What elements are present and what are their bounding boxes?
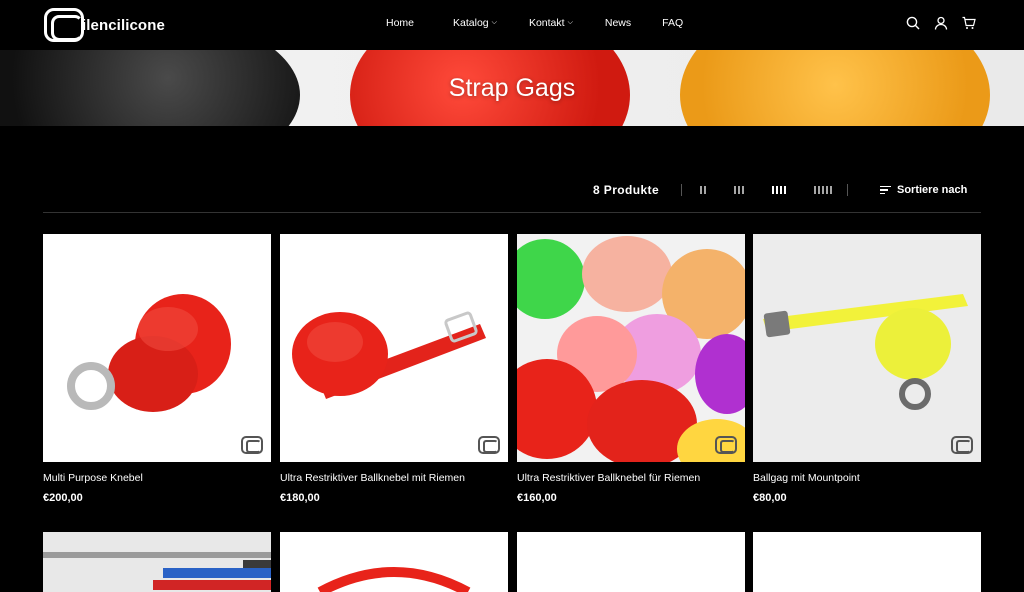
nav-kontakt[interactable]: Kontakt ⌵: [529, 17, 573, 29]
chevron-down-icon: ⌵: [567, 19, 573, 26]
chevron-down-icon: ⌵: [491, 19, 497, 26]
product-price: €200,00: [43, 492, 83, 504]
toolbar-divider: [847, 184, 848, 196]
nav-news[interactable]: News: [605, 17, 631, 29]
search-icon[interactable]: [906, 16, 920, 30]
logo-mark-icon: [44, 8, 84, 42]
nav-kontakt-label: Kontakt: [528, 17, 565, 29]
product-image[interactable]: [43, 532, 271, 592]
product-price: €80,00: [753, 492, 787, 504]
product-image[interactable]: [517, 234, 745, 462]
product-card[interactable]: Multi Purpose Knebel €200,00: [43, 234, 271, 504]
nav-news-label: News: [604, 17, 632, 29]
collection-toolbar: 8 Produkte Sortiere nach: [0, 178, 1024, 208]
header-icons: [906, 16, 976, 30]
product-image[interactable]: [280, 532, 508, 592]
brand-name: ilencilicone: [82, 16, 165, 34]
product-image[interactable]: [43, 234, 271, 462]
main-nav: Home Katalog ⌵ Kontakt ⌵ News FAQ: [386, 17, 683, 29]
nav-home-label: Home: [386, 17, 415, 29]
product-name[interactable]: Ultra Restriktiver Ballknebel mit Riemen: [280, 472, 508, 484]
product-card[interactable]: Ultra Restriktiver Ballknebel mit Riemen…: [280, 234, 508, 504]
product-image[interactable]: [753, 532, 981, 592]
nav-faq[interactable]: FAQ: [662, 17, 683, 29]
toolbar-divider: [681, 184, 682, 196]
product-name[interactable]: Ballgag mit Mountpoint: [753, 472, 981, 484]
product-image[interactable]: [753, 234, 981, 462]
product-name[interactable]: Ultra Restriktiver Ballknebel für Riemen: [517, 472, 745, 484]
sort-icon: [880, 185, 891, 195]
product-image[interactable]: [280, 234, 508, 462]
nav-katalog-label: Katalog: [453, 17, 489, 29]
product-count: 8 Produkte: [593, 183, 660, 197]
brand-logo[interactable]: ilencilicone: [44, 8, 165, 42]
nav-faq-label: FAQ: [662, 17, 684, 29]
product-card[interactable]: Ultra Restriktiver Ballknebel für Riemen…: [517, 234, 745, 504]
watermark-logo-icon: [715, 436, 737, 454]
nav-katalog[interactable]: Katalog ⌵: [453, 17, 497, 29]
cart-icon[interactable]: [962, 16, 976, 30]
watermark-logo-icon: [951, 436, 973, 454]
grid-5-columns-button[interactable]: [814, 186, 832, 194]
sort-button[interactable]: Sortiere nach: [880, 184, 967, 196]
divider: [43, 212, 981, 213]
grid-3-columns-button[interactable]: [734, 186, 744, 194]
nav-home[interactable]: Home: [386, 17, 414, 29]
collection-hero: Strap Gags: [0, 50, 1024, 126]
product-card[interactable]: Ballgag mit Mountpoint €80,00: [753, 234, 981, 504]
product-price: €160,00: [517, 492, 557, 504]
grid-4-columns-button[interactable]: [772, 186, 786, 194]
watermark-logo-icon: [478, 436, 500, 454]
page-title: Strap Gags: [448, 74, 576, 102]
product-name[interactable]: Multi Purpose Knebel: [43, 472, 271, 484]
site-header: ilencilicone Home Katalog ⌵ Kontakt ⌵ News…: [0, 0, 1024, 50]
sort-label: Sortiere nach: [897, 184, 968, 196]
watermark-logo-icon: [241, 436, 263, 454]
product-price: €180,00: [280, 492, 320, 504]
product-image[interactable]: [517, 532, 745, 592]
grid-2-columns-button[interactable]: [700, 186, 706, 194]
account-icon[interactable]: [934, 16, 948, 30]
